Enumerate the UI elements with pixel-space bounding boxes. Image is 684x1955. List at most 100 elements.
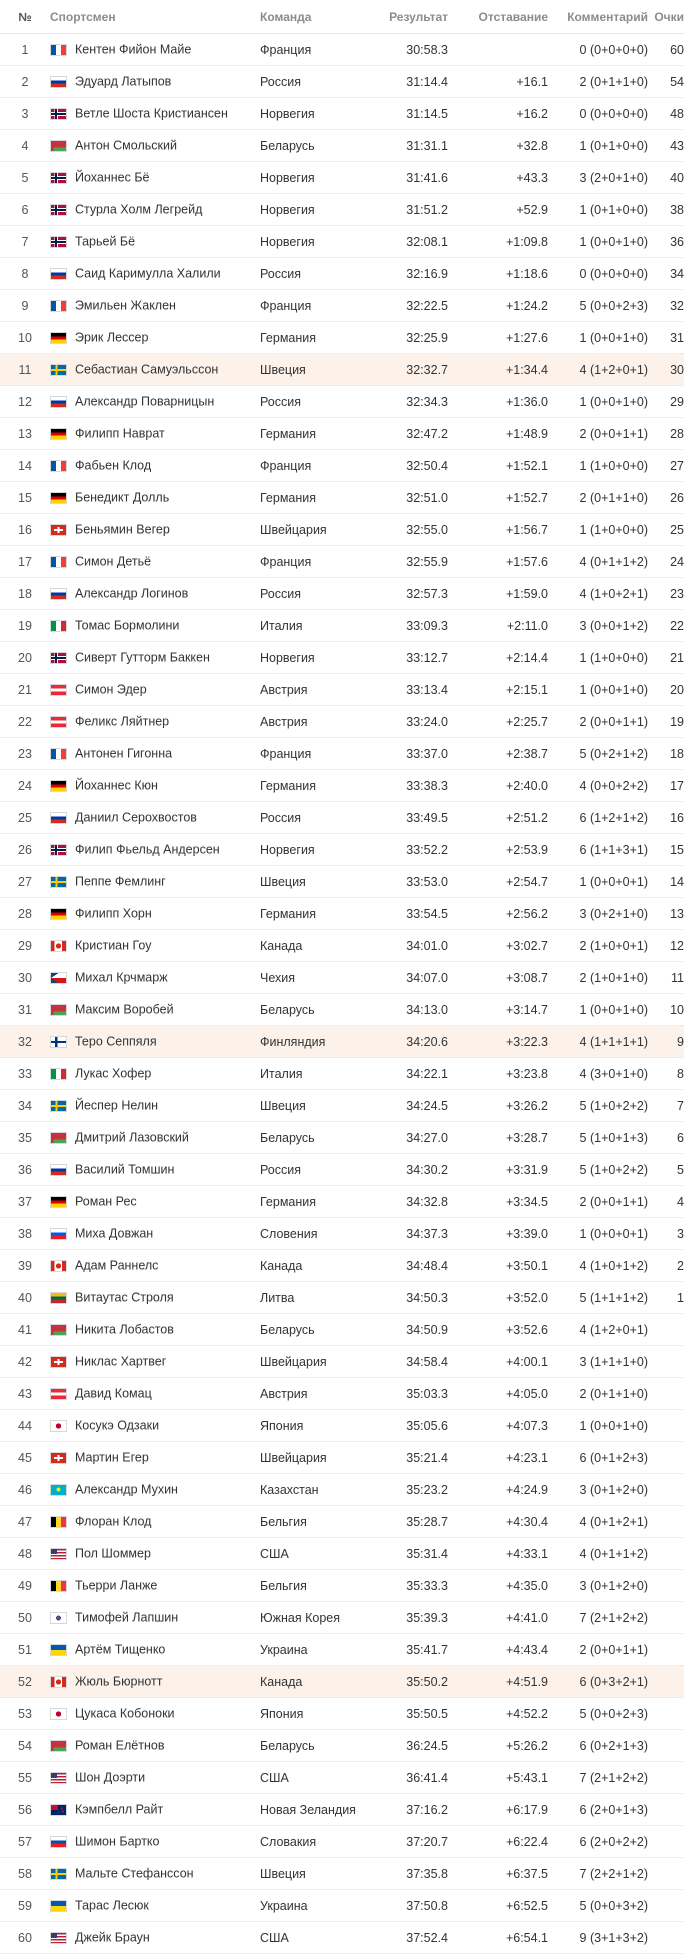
athlete-name[interactable]: Джейк Браун bbox=[75, 1931, 150, 1945]
athlete-name[interactable]: Филип Фьельд Андерсен bbox=[75, 843, 220, 857]
athlete-name[interactable]: Антонен Гигонна bbox=[75, 747, 172, 761]
table-row[interactable]: 2 Эдуард Латыпов Россия 31:14.4 +16.1 2 (0+1+… bbox=[0, 65, 684, 98]
athlete-name[interactable]: Миха Довжан bbox=[75, 1227, 153, 1241]
athlete-name[interactable]: Пеппе Фемлинг bbox=[75, 875, 166, 889]
athlete-name[interactable]: Давид Комац bbox=[75, 1387, 152, 1401]
athlete-name[interactable]: Симон Эдер bbox=[75, 683, 147, 697]
table-row[interactable]: 20 Сиверт Гутторм Баккен Норвегия 33:12.7 +2… bbox=[0, 641, 684, 674]
table-row[interactable]: 32 Теро Сеппяля Финляндия 34:20.6 +3:22.3 4 (… bbox=[0, 1025, 684, 1058]
table-row[interactable]: 58 Мальте Стефанссон Швеция 37:35.8 +6:37.5 7… bbox=[0, 1857, 684, 1890]
athlete-name[interactable]: Жюль Бюрнотт bbox=[75, 1675, 162, 1689]
athlete-name[interactable]: Эдуард Латыпов bbox=[75, 75, 171, 89]
athlete-name[interactable]: Витаутас Строля bbox=[75, 1291, 174, 1305]
table-row[interactable]: 14 Фабьен Клод Франция 32:50.4 +1:52.1 1 (1+0… bbox=[0, 449, 684, 482]
athlete-name[interactable]: Максим Воробей bbox=[75, 1003, 174, 1017]
athlete-name[interactable]: Ветле Шоста Кристиансен bbox=[75, 107, 228, 121]
athlete-name[interactable]: Роман Рес bbox=[75, 1195, 137, 1209]
table-row[interactable]: 37 Роман Рес Германия 34:32.8 +3:34.5 2 (0+0+… bbox=[0, 1185, 684, 1218]
table-row[interactable]: 48 Пол Шоммер США 35:31.4 +4:33.1 4 (0+1+1+2) bbox=[0, 1537, 684, 1570]
table-row[interactable]: 7 Тарьей Бё Норвегия 32:08.1 +1:09.8 1 (0+0+1… bbox=[0, 225, 684, 258]
table-row[interactable]: 35 Дмитрий Лазовский Беларусь 34:27.0 +3:28.… bbox=[0, 1121, 684, 1154]
table-row[interactable]: 33 Лукас Хофер Италия 34:22.1 +3:23.8 4 (3+0+… bbox=[0, 1057, 684, 1090]
table-row[interactable]: 40 Витаутас Строля Литва 34:50.3 +3:52.0 5 (1… bbox=[0, 1281, 684, 1314]
table-row[interactable]: 12 Александр Поварницын Россия 32:34.3 +1:36… bbox=[0, 385, 684, 418]
athlete-name[interactable]: Тарьей Бё bbox=[75, 235, 135, 249]
athlete-name[interactable]: Флоран Клод bbox=[75, 1515, 151, 1529]
athlete-name[interactable]: Теро Сеппяля bbox=[75, 1035, 157, 1049]
table-row[interactable]: 50 Тимофей Лапшин Южная Корея 35:39.3 +4:41.… bbox=[0, 1601, 684, 1634]
table-row[interactable]: 38 Миха Довжан Словения 34:37.3 +3:39.0 1 (0+… bbox=[0, 1217, 684, 1250]
athlete-name[interactable]: Йеспер Нелин bbox=[75, 1099, 158, 1113]
athlete-name[interactable]: Кэмпбелл Райт bbox=[75, 1803, 163, 1817]
header-comment[interactable]: Комментарий bbox=[548, 0, 648, 34]
header-points[interactable]: Очки bbox=[648, 0, 684, 34]
table-row[interactable]: 27 Пеппе Фемлинг Швеция 33:53.0 +2:54.7 1 (0+… bbox=[0, 865, 684, 898]
athlete-name[interactable]: Сиверт Гутторм Баккен bbox=[75, 651, 210, 665]
table-row[interactable]: 31 Максим Воробей Беларусь 34:13.0 +3:14.7 1 … bbox=[0, 993, 684, 1026]
athlete-name[interactable]: Йоханнес Бё bbox=[75, 171, 150, 185]
table-row[interactable]: 39 Адам Раннелс Канада 34:48.4 +3:50.1 4 (1+0… bbox=[0, 1249, 684, 1282]
table-row[interactable]: 3 Ветле Шоста Кристиансен Норвегия 31:14.5 +… bbox=[0, 97, 684, 130]
athlete-name[interactable]: Фабьен Клод bbox=[75, 459, 151, 473]
table-row[interactable]: 26 Филип Фьельд Андерсен Норвегия 33:52.2 +2… bbox=[0, 833, 684, 866]
athlete-name[interactable]: Саид Каримулла Халили bbox=[75, 267, 221, 281]
table-row[interactable]: 11 Себастиан Самуэльссон Швеция 32:32.7 +1:3… bbox=[0, 353, 684, 386]
athlete-name[interactable]: Шимон Бартко bbox=[75, 1835, 159, 1849]
athlete-name[interactable]: Адам Раннелс bbox=[75, 1259, 158, 1273]
table-row[interactable]: 10 Эрик Лессер Германия 32:25.9 +1:27.6 1 (0+… bbox=[0, 321, 684, 354]
athlete-name[interactable]: Шон Доэрти bbox=[75, 1771, 145, 1785]
table-row[interactable]: 8 Саид Каримулла Халили Россия 32:16.9 +1:18… bbox=[0, 257, 684, 290]
athlete-name[interactable]: Томас Бормолини bbox=[75, 619, 179, 633]
table-row[interactable]: 22 Феликс Ляйтнер Австрия 33:24.0 +2:25.7 2 (… bbox=[0, 705, 684, 738]
athlete-name[interactable]: Кентен Фийон Майе bbox=[75, 43, 191, 57]
athlete-name[interactable]: Артём Тищенко bbox=[75, 1643, 165, 1657]
table-row[interactable]: 23 Антонен Гигонна Франция 33:37.0 +2:38.7 5 … bbox=[0, 737, 684, 770]
athlete-name[interactable]: Эмильен Жаклен bbox=[75, 299, 176, 313]
table-row[interactable]: 17 Симон Детьё Франция 32:55.9 +1:57.6 4 (0+1… bbox=[0, 545, 684, 578]
athlete-name[interactable]: Эрик Лессер bbox=[75, 331, 148, 345]
table-row[interactable]: 52 Жюль Бюрнотт Канада 35:50.2 +4:51.9 6 (0+3… bbox=[0, 1665, 684, 1698]
athlete-name[interactable]: Александр Мухин bbox=[75, 1483, 178, 1497]
athlete-name[interactable]: Феликс Ляйтнер bbox=[75, 715, 169, 729]
table-row[interactable]: 43 Давид Комац Австрия 35:03.3 +4:05.0 2 (0+1… bbox=[0, 1377, 684, 1410]
table-row[interactable]: 16 Беньямин Вегер Швейцария 32:55.0 +1:56.7 1… bbox=[0, 513, 684, 546]
table-row[interactable]: 51 Артём Тищенко Украина 35:41.7 +4:43.4 2 (0… bbox=[0, 1633, 684, 1666]
header-result[interactable]: Результат bbox=[386, 0, 448, 34]
table-row[interactable]: 5 Йоханнес Бё Норвегия 31:41.6 +43.3 3 (2+0+1… bbox=[0, 161, 684, 194]
athlete-name[interactable]: Даниил Серохвостов bbox=[75, 811, 197, 825]
header-team[interactable]: Команда bbox=[260, 0, 386, 34]
athlete-name[interactable]: Александр Поварницын bbox=[75, 395, 214, 409]
table-row[interactable]: 9 Эмильен Жаклен Франция 32:22.5 +1:24.2 5 (0… bbox=[0, 289, 684, 322]
athlete-name[interactable]: Лукас Хофер bbox=[75, 1067, 151, 1081]
table-row[interactable]: 25 Даниил Серохвостов Россия 33:49.5 +2:51.2… bbox=[0, 801, 684, 834]
athlete-name[interactable]: Тьерри Ланже bbox=[75, 1579, 157, 1593]
athlete-name[interactable]: Антон Смольский bbox=[75, 139, 177, 153]
table-row[interactable]: 41 Никита Лобастов Беларусь 34:50.9 +3:52.6 4… bbox=[0, 1313, 684, 1346]
athlete-name[interactable]: Тимофей Лапшин bbox=[75, 1611, 178, 1625]
table-row[interactable]: 54 Роман Елётнов Беларусь 36:24.5 +5:26.2 6 (… bbox=[0, 1729, 684, 1762]
table-row[interactable]: 57 Шимон Бартко Словакия 37:20.7 +6:22.4 6 (2… bbox=[0, 1825, 684, 1858]
table-row[interactable]: 19 Томас Бормолини Италия 33:09.3 +2:11.0 3 (… bbox=[0, 609, 684, 642]
table-row[interactable]: 42 Никлас Хартвег Швейцария 34:58.4 +4:00.1 3… bbox=[0, 1345, 684, 1378]
athlete-name[interactable]: Александр Логинов bbox=[75, 587, 188, 601]
athlete-name[interactable]: Стурла Холм Легрейд bbox=[75, 203, 202, 217]
table-row[interactable]: 44 Косукэ Одзаки Япония 35:05.6 +4:07.3 1 (0+… bbox=[0, 1409, 684, 1442]
header-athlete[interactable]: Спортсмен bbox=[50, 0, 260, 34]
header-gap[interactable]: Отставание bbox=[448, 0, 548, 34]
athlete-name[interactable]: Михал Крчмарж bbox=[75, 971, 168, 985]
athlete-name[interactable]: Цукаса Кобоноки bbox=[75, 1707, 175, 1721]
table-row[interactable]: 24 Йоханнес Кюн Германия 33:38.3 +2:40.0 4 (0… bbox=[0, 769, 684, 802]
table-row[interactable]: 15 Бенедикт Долль Германия 32:51.0 +1:52.7 2 … bbox=[0, 481, 684, 514]
table-row[interactable]: 21 Симон Эдер Австрия 33:13.4 +2:15.1 1 (0+0+… bbox=[0, 673, 684, 706]
table-row[interactable]: 30 Михал Крчмарж Чехия 34:07.0 +3:08.7 2 (1+0… bbox=[0, 961, 684, 994]
athlete-name[interactable]: Мальте Стефанссон bbox=[75, 1867, 194, 1881]
table-row[interactable]: 1 Кентен Фийон Майе Франция 30:58.3 0 (0+0+0… bbox=[0, 33, 684, 66]
table-row[interactable]: 45 Мартин Егер Швейцария 35:21.4 +4:23.1 6 (0… bbox=[0, 1441, 684, 1474]
table-row[interactable]: 13 Филипп Наврат Германия 32:47.2 +1:48.9 2 (… bbox=[0, 417, 684, 450]
table-row[interactable]: 36 Василий Томшин Россия 34:30.2 +3:31.9 5 (1… bbox=[0, 1153, 684, 1186]
athlete-name[interactable]: Кристиан Гоу bbox=[75, 939, 152, 953]
athlete-name[interactable]: Бенедикт Долль bbox=[75, 491, 169, 505]
table-row[interactable]: 6 Стурла Холм Легрейд Норвегия 31:51.2 +52.9… bbox=[0, 193, 684, 226]
athlete-name[interactable]: Филипп Хорн bbox=[75, 907, 152, 921]
table-row[interactable]: 46 Александр Мухин Казахстан 35:23.2 +4:24.9… bbox=[0, 1473, 684, 1506]
